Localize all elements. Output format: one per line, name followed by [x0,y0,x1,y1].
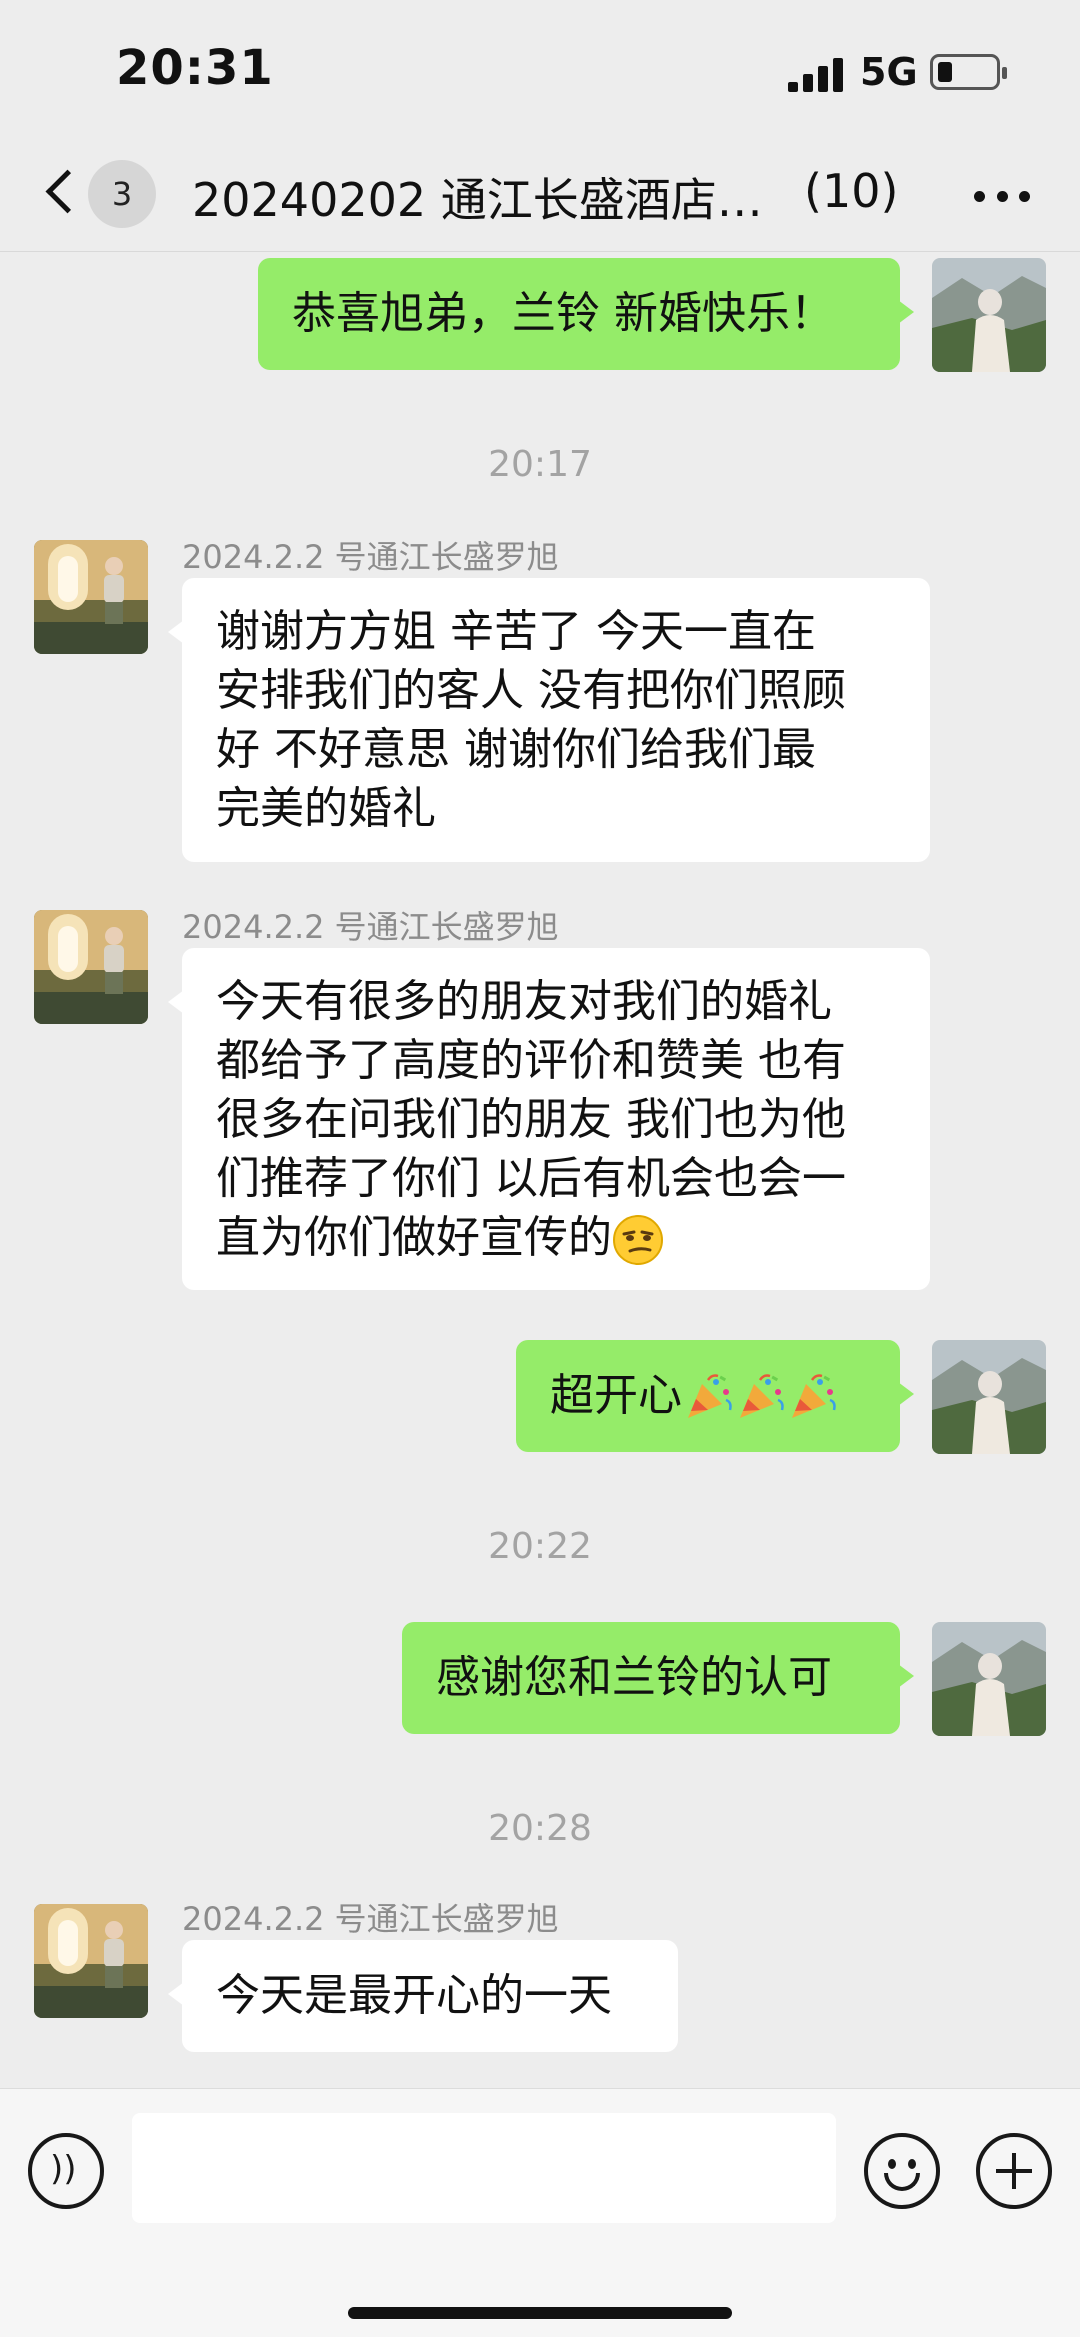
message-text: 恭喜旭弟，兰铃 新婚快乐！ [292,288,834,339]
message-text: 感谢您和兰铃的认可 [436,1652,832,1703]
sender-avatar[interactable] [34,540,148,654]
input-bar: )) [0,2088,1080,2337]
message-text: 今天是最开心的一天 [216,1970,612,2021]
message-line: 直为你们做好宣传的 [216,1212,612,1263]
voice-icon[interactable]: )) [28,2133,104,2209]
message-line: 很多在问我们的朋友 我们也为他 [216,1094,846,1145]
message-line: 完美的婚礼 [216,783,436,834]
sender-avatar[interactable] [34,910,148,1024]
message-bubble-received[interactable]: 谢谢方方姐 辛苦了 今天一直在 安排我们的客人 没有把你们照顾 好 不好意思 谢… [168,578,930,862]
message-text: 超开心 [550,1370,682,1421]
message-line: 好 不好意思 谢谢你们给我们最 [216,724,816,775]
back-chevron-icon[interactable] [40,162,80,228]
message-line: 们推荐了你们 以后有机会也会一 [216,1153,846,1204]
timestamp: 20:17 [488,444,592,485]
message-line: 都给予了高度的评价和赞美 也有 [216,1035,846,1086]
chat-title[interactable]: 20240202 通江长盛酒店… [192,164,763,230]
smirk-emoji-icon [612,1214,664,1266]
message-bubble-sent[interactable]: 感谢您和兰铃的认可 [402,1622,914,1734]
sender-avatar[interactable] [34,1904,148,2018]
message-bubble-sent[interactable]: 超开心 [516,1340,914,1452]
message-line: 今天有很多的朋友对我们的婚礼 [216,976,832,1027]
signal-strength-icon [788,52,844,92]
plus-icon[interactable] [976,2133,1052,2209]
home-indicator[interactable] [348,2307,732,2319]
timestamp: 20:22 [488,1526,592,1567]
status-time: 20:31 [116,40,274,96]
my-avatar[interactable] [932,1622,1046,1736]
my-avatar[interactable] [932,258,1046,372]
more-options-icon[interactable] [974,184,1030,208]
smiley-icon[interactable] [864,2133,940,2209]
message-bubble-received[interactable]: 今天有很多的朋友对我们的婚礼 都给予了高度的评价和赞美 也有 很多在问我们的朋友… [168,948,930,1290]
timestamp: 20:28 [488,1808,592,1849]
chat-header: 3 20240202 通江长盛酒店… (10) [0,140,1080,252]
member-count[interactable]: (10) [804,164,898,218]
network-type: 5G [860,50,918,94]
party-popper-emoji-icon [786,1372,838,1424]
sender-name: 2024.2.2 号通江长盛罗旭 [182,908,559,946]
message-line: 安排我们的客人 没有把你们照顾 [216,665,846,716]
party-popper-emoji-icon [734,1372,786,1424]
message-bubble-received[interactable]: 今天是最开心的一天 [168,1940,678,2052]
message-bubble-sent[interactable]: 恭喜旭弟，兰铃 新婚快乐！ [258,258,914,370]
message-line: 谢谢方方姐 辛苦了 今天一直在 [216,606,816,657]
status-bar: 20:31 5G [0,0,1080,140]
party-popper-emoji-icon [682,1372,734,1424]
unread-count-badge[interactable]: 3 [88,160,156,228]
message-input[interactable] [132,2113,836,2223]
sender-name: 2024.2.2 号通江长盛罗旭 [182,538,559,576]
my-avatar[interactable] [932,1340,1046,1454]
sender-name: 2024.2.2 号通江长盛罗旭 [182,1900,559,1938]
battery-icon [930,54,1007,90]
